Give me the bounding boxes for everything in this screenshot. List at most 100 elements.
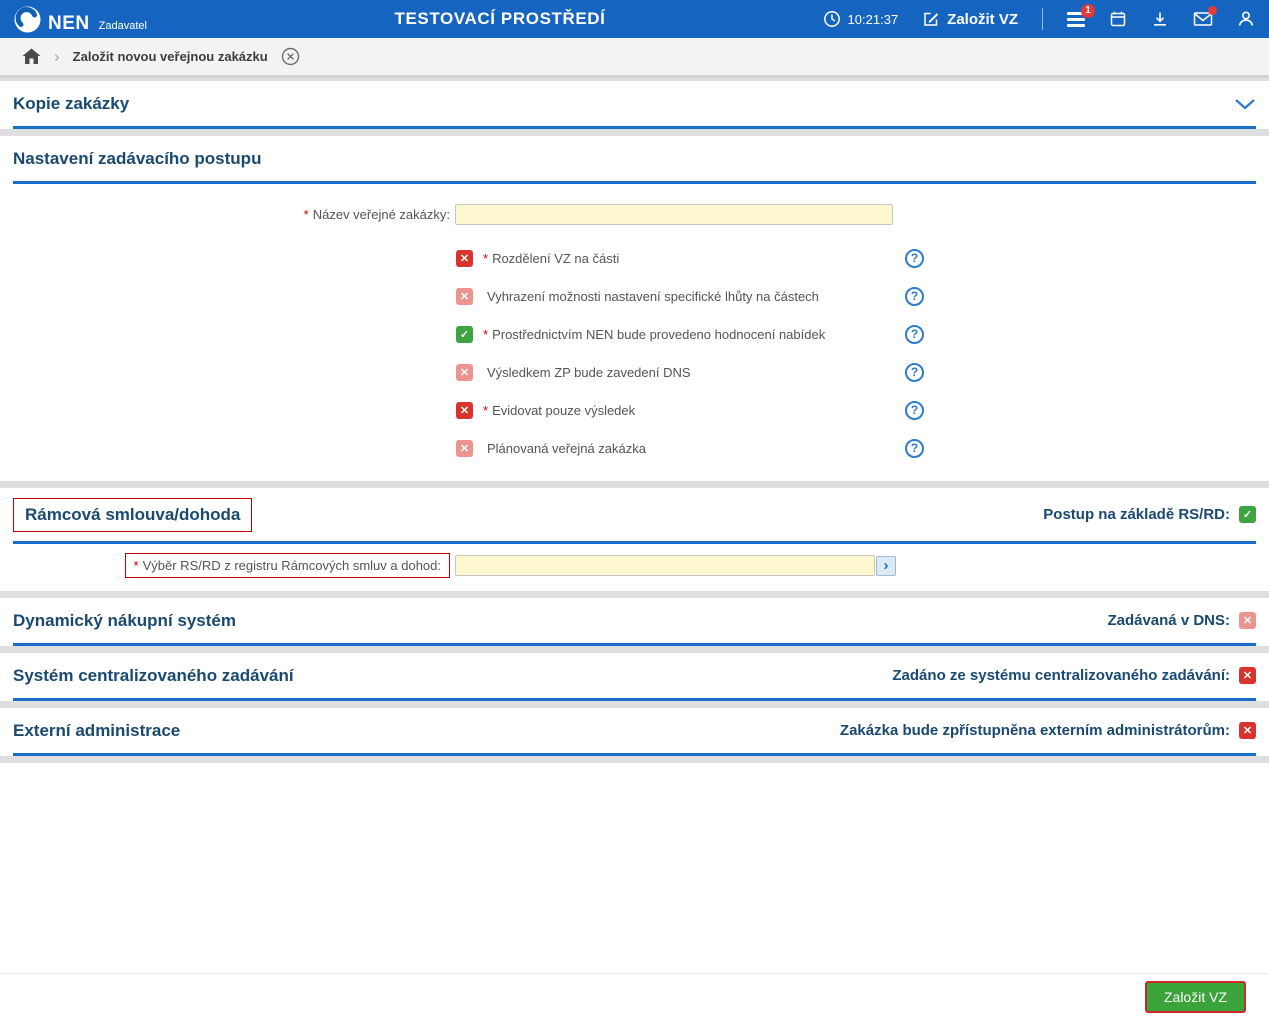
- logo-subtitle: Zadavatel: [99, 21, 147, 33]
- section-ramcova-smlouva: Rámcová smlouva/dohoda Postup na základě…: [0, 488, 1269, 591]
- status-cross-icon[interactable]: [1239, 612, 1256, 629]
- header-create-vz-label: Založit VZ: [947, 11, 1018, 28]
- page: NEN Zadavatel TESTOVACÍ PROSTŘEDÍ 10:21:…: [0, 0, 1269, 1019]
- close-circle-icon: [281, 47, 300, 66]
- messages-badge-dot: [1208, 6, 1217, 15]
- toggle-label: Vyhrazení možnosti nastavení specifické …: [483, 289, 819, 304]
- breadcrumb: › Založit novou veřejnou zakázku: [0, 38, 1269, 76]
- user-button[interactable]: [1237, 10, 1255, 28]
- home-button[interactable]: [22, 48, 41, 65]
- download-button[interactable]: [1151, 10, 1169, 28]
- open-rs-picker-button[interactable]: ›: [876, 556, 896, 576]
- download-icon: [1151, 10, 1169, 28]
- checkbox-cross-icon[interactable]: [456, 364, 473, 381]
- required-mark: *: [304, 207, 309, 222]
- toggle-rozdeleni-vz: *Rozdělení VZ na části ?: [456, 239, 1256, 277]
- section-title-dns: Dynamický nákupní systém: [13, 611, 236, 631]
- section-externi-administrace: Externí administrace Zakázka bude zpříst…: [0, 708, 1269, 756]
- toggle-zavedeni-dns: Výsledkem ZP bude zavedení DNS ?: [456, 353, 1256, 391]
- user-icon: [1237, 10, 1255, 28]
- calendar-icon: [1109, 10, 1127, 28]
- nazev-vz-input[interactable]: [455, 204, 893, 225]
- logo-text: NEN: [48, 14, 90, 33]
- menu-badge: 1: [1081, 4, 1095, 18]
- toggle-label: *Rozdělení VZ na části: [483, 251, 619, 266]
- help-icon[interactable]: ?: [905, 363, 924, 382]
- toggle-vyhrazeni-lhuty: Vyhrazení možnosti nastavení specifické …: [456, 277, 1256, 315]
- status-cross-icon[interactable]: [1239, 722, 1256, 739]
- externi-status-label: Zakázka bude zpřístupněna externím admin…: [840, 722, 1230, 739]
- toggle-label-text: Výsledkem ZP bude zavedení DNS: [487, 365, 691, 380]
- section-header: Rámcová smlouva/dohoda Postup na základě…: [13, 488, 1256, 544]
- toggle-label: Výsledkem ZP bude zavedení DNS: [483, 365, 691, 380]
- externi-status: Zakázka bude zpřístupněna externím admin…: [840, 722, 1256, 739]
- section-title-ramcova: Rámcová smlouva/dohoda: [25, 505, 240, 525]
- checkbox-check-icon[interactable]: [456, 326, 473, 343]
- clock: 10:21:37: [823, 10, 899, 28]
- toggle-label: * Evidovat pouze výsledek: [483, 403, 635, 418]
- chevron-down-icon: [1234, 98, 1256, 110]
- toggle-label-text: Rozdělení VZ na části: [492, 251, 619, 266]
- toggle-label-text: Vyhrazení možnosti nastavení specifické …: [487, 289, 819, 304]
- section-header: Nastavení zadávacího postupu: [13, 136, 1256, 184]
- section-title-central: Systém centralizovaného zadávání: [13, 666, 294, 686]
- help-icon[interactable]: ?: [905, 249, 924, 268]
- checkbox-cross-icon[interactable]: [456, 440, 473, 457]
- help-icon[interactable]: ?: [905, 401, 924, 420]
- section-centralizovane-zadavani: Systém centralizovaného zadávání Zadáno …: [0, 653, 1269, 701]
- nen-logo[interactable]: NEN Zadavatel: [14, 6, 147, 33]
- zalozit-vz-button[interactable]: Založit VZ: [1145, 981, 1246, 1013]
- nazev-vz-label: * Název veřejné zakázky:: [13, 207, 455, 222]
- status-cross-icon[interactable]: [1239, 667, 1256, 684]
- help-icon[interactable]: ?: [905, 325, 924, 344]
- home-icon: [22, 48, 41, 65]
- checkbox-cross-icon[interactable]: [456, 288, 473, 305]
- expand-section-button[interactable]: [1234, 98, 1256, 110]
- current-time: 10:21:37: [848, 12, 899, 27]
- header-actions: 10:21:37 Založit VZ 1: [823, 8, 1255, 30]
- central-status-label: Zadáno ze systému centralizovaného zadáv…: [892, 667, 1230, 684]
- header-create-vz-button[interactable]: Založit VZ: [922, 10, 1018, 28]
- help-icon[interactable]: ?: [905, 439, 924, 458]
- section-header: Externí administrace Zakázka bude zpříst…: [13, 708, 1256, 756]
- close-tab-button[interactable]: [281, 47, 300, 66]
- checkbox-cross-icon[interactable]: [456, 402, 473, 419]
- section-title-kopie: Kopie zakázky: [13, 94, 129, 114]
- toggle-evidovat-vysledek: * Evidovat pouze výsledek ?: [456, 391, 1256, 429]
- section-nastaveni-postupu: Nastavení zadávacího postupu * Název veř…: [0, 136, 1269, 481]
- calendar-button[interactable]: [1109, 10, 1127, 28]
- central-status: Zadáno ze systému centralizovaného zadáv…: [892, 667, 1256, 684]
- ramcova-status: Postup na základě RS/RD:: [1043, 506, 1256, 523]
- menu-button[interactable]: 1: [1067, 12, 1085, 27]
- status-check-icon[interactable]: [1239, 506, 1256, 523]
- required-mark: *: [483, 327, 488, 342]
- rs-rd-label-cell: *Výběr RS/RD z registru Rámcových smluv …: [13, 553, 455, 578]
- section-header: Kopie zakázky: [13, 81, 1256, 129]
- required-mark: *: [134, 558, 139, 573]
- messages-button[interactable]: [1193, 11, 1213, 27]
- toggle-label-text: Evidovat pouze výsledek: [492, 403, 635, 418]
- toggle-label-text: Prostřednictvím NEN bude provedeno hodno…: [492, 327, 825, 342]
- clock-icon: [823, 10, 841, 28]
- rs-rd-input[interactable]: [455, 555, 875, 576]
- nazev-vz-row: * Název veřejné zakázky:: [13, 204, 1256, 225]
- rs-rd-input-group: ›: [455, 555, 896, 576]
- dns-status-label: Zadávaná v DNS:: [1107, 612, 1230, 629]
- dns-status: Zadávaná v DNS:: [1107, 612, 1256, 629]
- required-mark: *: [483, 403, 488, 418]
- toggle-label-text: Plánovaná veřejná zakázka: [487, 441, 646, 456]
- checkbox-cross-icon[interactable]: [456, 250, 473, 267]
- help-icon[interactable]: ?: [905, 287, 924, 306]
- ramcova-status-label: Postup na základě RS/RD:: [1043, 506, 1230, 523]
- nazev-vz-label-text: Název veřejné zakázky:: [313, 207, 450, 222]
- nastaveni-form: * Název veřejné zakázky: *Rozdělení VZ n…: [13, 184, 1256, 481]
- page-footer: Založit VZ: [0, 973, 1269, 1019]
- header-divider: [1042, 8, 1043, 30]
- empty-content-area: [0, 763, 1269, 973]
- section-dns: Dynamický nákupní systém Zadávaná v DNS:: [0, 598, 1269, 646]
- toggle-label: * Prostřednictvím NEN bude provedeno hodn…: [483, 327, 825, 342]
- breadcrumb-current: Založit novou veřejnou zakázku: [73, 49, 268, 64]
- toggle-hodnoceni-nen: * Prostřednictvím NEN bude provedeno hodn…: [456, 315, 1256, 353]
- app-header: NEN Zadavatel TESTOVACÍ PROSTŘEDÍ 10:21:…: [0, 0, 1269, 38]
- compose-icon: [922, 10, 940, 28]
